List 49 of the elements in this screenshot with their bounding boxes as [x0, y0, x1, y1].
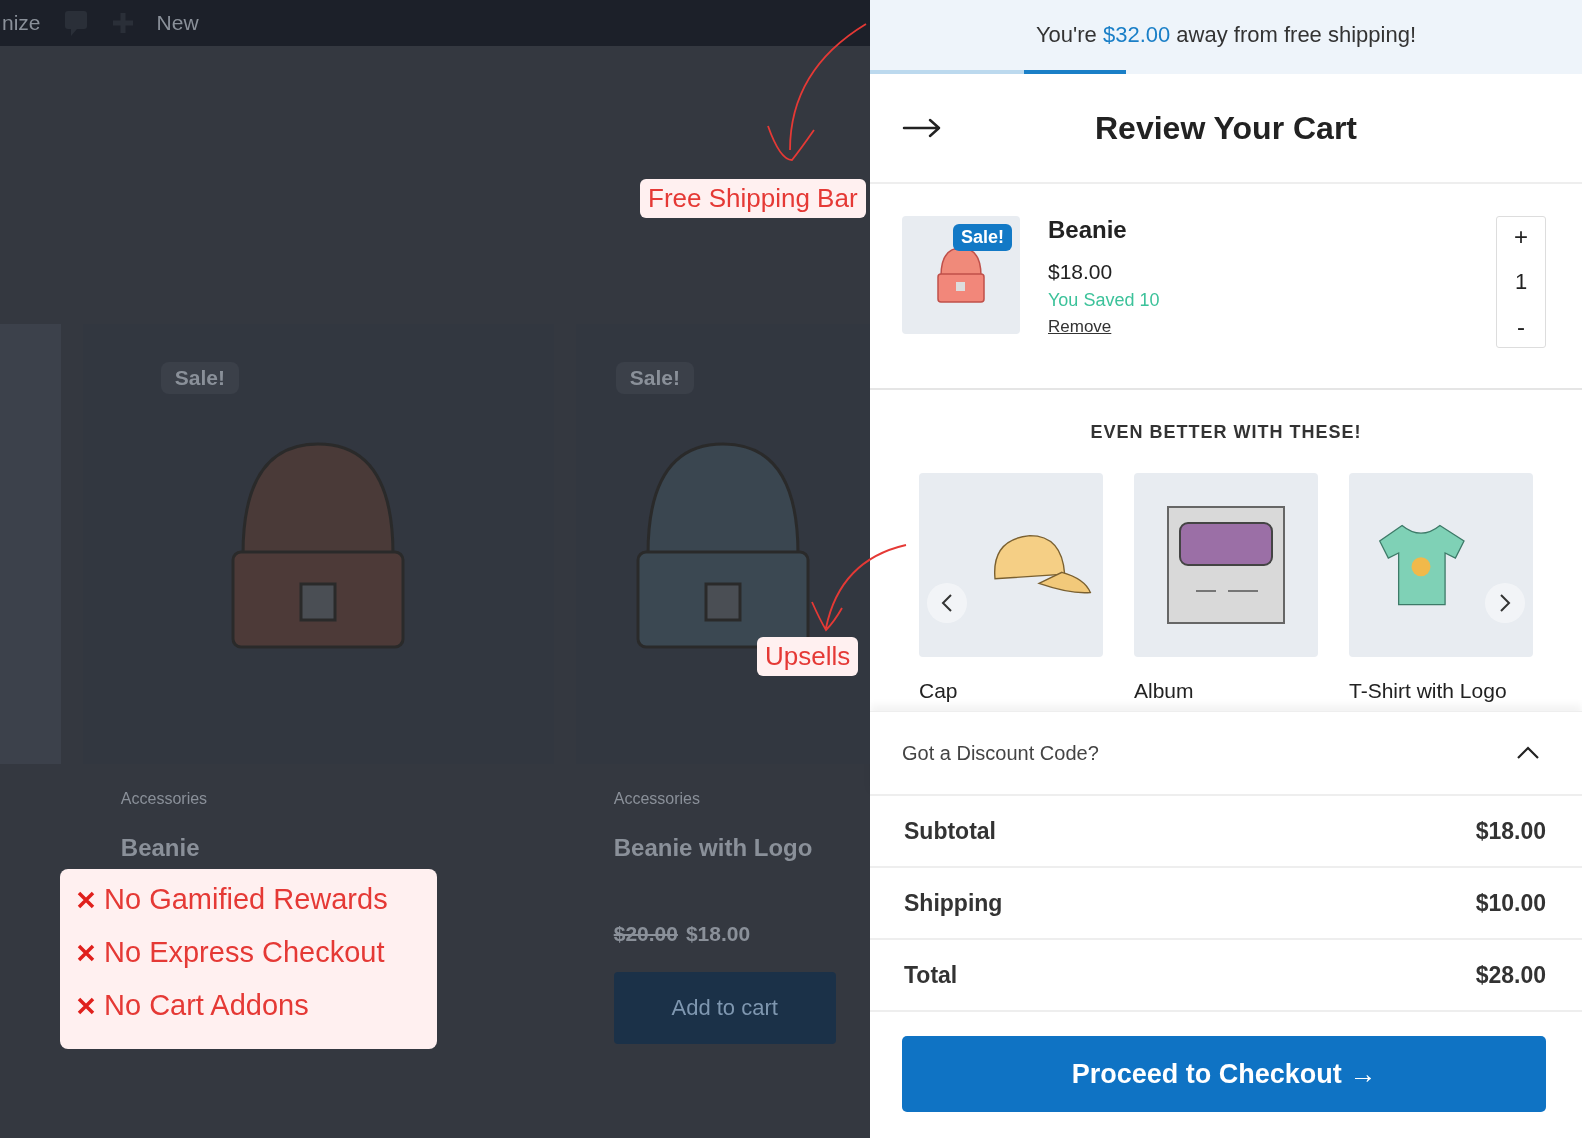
sale-badge: Sale! — [160, 362, 240, 394]
cart-title: Review Your Cart — [1094, 109, 1358, 147]
annotation-label: Upsells — [757, 637, 859, 676]
previous-button[interactable] — [927, 583, 967, 623]
free-shipping-message: You're $32.00 away from free shipping! — [1034, 22, 1418, 48]
discount-toggle[interactable]: Got a Discount Code? — [870, 711, 1582, 796]
sale-badge: Sale! — [615, 362, 694, 394]
chevron-left-icon — [941, 593, 953, 613]
total-label: Subtotal — [904, 817, 996, 845]
beanie-drawing — [935, 246, 987, 304]
quantity-value: 1 — [1514, 269, 1528, 295]
cross-icon — [76, 889, 96, 910]
upsell-heading: EVEN BETTER WITH THESE! — [1090, 422, 1362, 443]
sale-badge: Sale! — [952, 224, 1012, 251]
toolbar-label: New — [156, 11, 199, 35]
cross-icon — [76, 942, 96, 963]
upsell-product-name: Cap — [919, 679, 959, 703]
annotation-label: Free Shipping Bar — [640, 179, 866, 218]
upsell-product-name: Album — [1134, 679, 1195, 703]
item-price: $18.00 — [1048, 260, 1114, 284]
missing-feature: No Express Checkout — [104, 936, 385, 969]
discount-label: Got a Discount Code? — [902, 741, 1099, 765]
total-value: $28.00 — [1475, 961, 1546, 989]
total-value: $18.00 — [1475, 817, 1546, 845]
toolbar-label: nize — [2, 11, 41, 35]
product-image[interactable] — [1134, 473, 1318, 657]
arrow-right-icon[interactable] — [902, 117, 942, 139]
total-label: Total — [904, 961, 958, 989]
item-name: Beanie — [1048, 216, 1128, 244]
decrease-button[interactable]: - — [1498, 307, 1544, 347]
product-price: $18.00 — [685, 922, 751, 946]
chevron-right-icon — [1499, 593, 1511, 613]
total-value: $10.00 — [1475, 889, 1546, 917]
next-button[interactable] — [1485, 583, 1525, 623]
product-name: Beanie — [120, 834, 201, 862]
add-to-cart-button[interactable]: Add to cart — [613, 972, 836, 1044]
upsell-product-name: T-Shirt with Logo — [1349, 679, 1508, 703]
old-price: $20.00 — [613, 922, 678, 946]
product-category: Accessories — [613, 790, 701, 808]
product-name: Beanie with Logo — [613, 834, 814, 862]
increase-button[interactable]: + — [1498, 217, 1544, 257]
cross-icon — [76, 995, 96, 1016]
remove-link[interactable]: Remove — [1048, 317, 1112, 337]
savings-text: You Saved 10 — [1048, 290, 1161, 311]
total-label: Shipping — [904, 889, 1003, 917]
missing-feature: No Cart Addons — [104, 989, 309, 1022]
missing-feature: No Gamified Rewards — [104, 883, 388, 916]
checkout-button[interactable]: Proceed to Checkout → — [902, 1036, 1546, 1112]
product-category: Accessories — [120, 790, 209, 808]
